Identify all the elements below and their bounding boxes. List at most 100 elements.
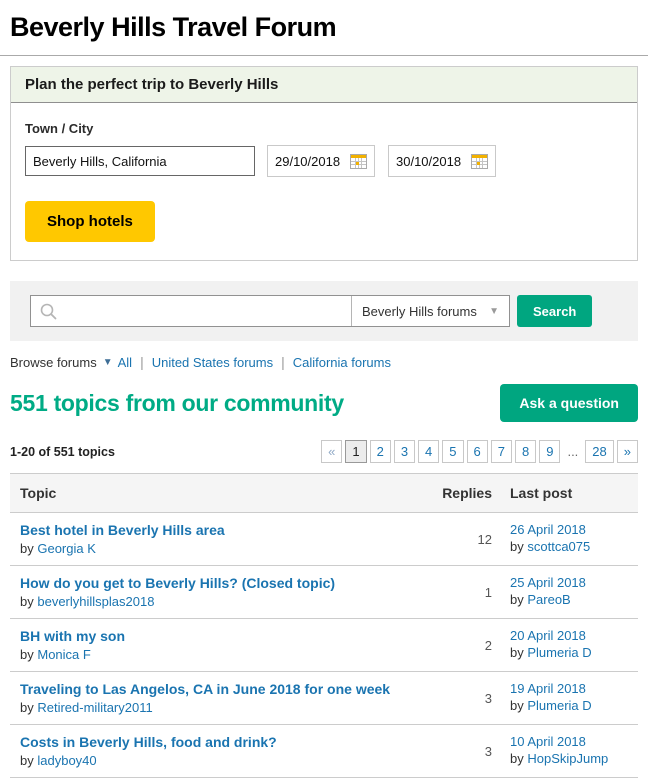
- last-post-author-link[interactable]: scottca075: [527, 539, 590, 554]
- topic-link[interactable]: Traveling to Las Angelos, CA in June 201…: [20, 681, 390, 697]
- shop-hotels-button[interactable]: Shop hotels: [25, 201, 155, 242]
- replies-count: 12: [477, 531, 492, 547]
- last-post-author-link[interactable]: Plumeria D: [527, 698, 591, 713]
- topic-author-link[interactable]: beverlyhillsplas2018: [37, 594, 154, 609]
- topic-author-link[interactable]: Retired-military2011: [37, 700, 152, 715]
- topics-toolbar: 1-20 of 551 topics « 1 2 3 4 5 6 7 8 9 .…: [10, 440, 638, 463]
- pagination-prev[interactable]: «: [321, 440, 343, 463]
- chevron-down-icon[interactable]: ▼: [103, 357, 113, 368]
- pagination-page-current: 1: [345, 440, 367, 463]
- topic-byline: by Monica F: [20, 647, 424, 662]
- column-header-topic: Topic: [20, 485, 57, 501]
- last-post-cell: 20 April 2018 by Plumeria D: [510, 628, 628, 662]
- topic-cell: Best hotel in Beverly Hills area by Geor…: [20, 522, 434, 556]
- last-post-byline: by Plumeria D: [510, 645, 628, 660]
- topic-byline: by Retired-military2011: [20, 700, 424, 715]
- pagination-page[interactable]: 4: [418, 440, 440, 463]
- pagination-page[interactable]: 8: [514, 440, 537, 463]
- pagination-page[interactable]: 5: [442, 440, 464, 463]
- topic-author-link[interactable]: ladyboy40: [37, 753, 96, 768]
- pagination-page-last[interactable]: 28: [585, 440, 614, 463]
- topic-author-link[interactable]: Georgia K: [37, 541, 96, 556]
- last-post-byline: by HopSkipJump: [510, 751, 628, 766]
- topic-cell: BH with my son by Monica F: [20, 628, 434, 662]
- topic-cell: Costs in Beverly Hills, food and drink? …: [20, 734, 434, 768]
- column-header-last-post: Last post: [510, 485, 573, 501]
- chevron-down-icon: ▼: [489, 305, 499, 317]
- by-label: by: [510, 645, 524, 660]
- topics-table-header: Topic Replies Last post: [10, 474, 638, 513]
- by-label: by: [20, 700, 34, 715]
- browse-link-california[interactable]: California forums: [293, 355, 391, 370]
- topic-link[interactable]: Best hotel in Beverly Hills area: [20, 522, 225, 538]
- search-combo: Beverly Hills forums ▼: [30, 295, 510, 327]
- topic-link[interactable]: BH with my son: [20, 628, 125, 644]
- forum-page: Beverly Hills Travel Forum Plan the perf…: [0, 0, 648, 778]
- table-row: BH with my son by Monica F 2 20 April 20…: [10, 619, 638, 672]
- separator: |: [140, 354, 144, 370]
- by-label: by: [510, 751, 524, 766]
- search-input[interactable]: [31, 296, 351, 326]
- last-post-date-link[interactable]: 25 April 2018: [510, 575, 586, 590]
- topic-cell: How do you get to Beverly Hills? (Closed…: [20, 575, 434, 609]
- town-city-input[interactable]: [25, 146, 255, 176]
- trip-planner-heading: Plan the perfect trip to Beverly Hills: [11, 67, 637, 103]
- search-button[interactable]: Search: [517, 295, 593, 327]
- search-icon: [39, 302, 58, 321]
- checkout-date-field[interactable]: [388, 145, 496, 177]
- topic-byline: by Georgia K: [20, 541, 424, 556]
- last-post-byline: by scottca075: [510, 539, 628, 554]
- trip-planner-box: Plan the perfect trip to Beverly Hills T…: [10, 66, 638, 261]
- last-post-date-link[interactable]: 20 April 2018: [510, 628, 586, 643]
- checkout-date-input[interactable]: [396, 153, 462, 169]
- browse-link-all[interactable]: All: [118, 355, 132, 370]
- last-post-cell: 25 April 2018 by PareoB: [510, 575, 628, 609]
- topic-byline: by beverlyhillsplas2018: [20, 594, 424, 609]
- topic-link[interactable]: Costs in Beverly Hills, food and drink?: [20, 734, 277, 750]
- topics-body: Best hotel in Beverly Hills area by Geor…: [10, 513, 638, 778]
- search-scope-value: Beverly Hills forums: [362, 303, 477, 319]
- pagination-page[interactable]: 2: [369, 440, 391, 463]
- calendar-icon[interactable]: [471, 153, 488, 169]
- replies-count: 1: [484, 584, 492, 600]
- by-label: by: [20, 647, 34, 662]
- browse-forums-label: Browse forums: [10, 354, 97, 370]
- last-post-byline: by PareoB: [510, 592, 628, 607]
- last-post-date-link[interactable]: 19 April 2018: [510, 681, 586, 696]
- table-row: Best hotel in Beverly Hills area by Geor…: [10, 513, 638, 566]
- last-post-date-link[interactable]: 10 April 2018: [510, 734, 586, 749]
- by-label: by: [510, 539, 524, 554]
- pagination-page[interactable]: 9: [539, 440, 561, 463]
- last-post-author-link[interactable]: Plumeria D: [527, 645, 591, 660]
- table-row: How do you get to Beverly Hills? (Closed…: [10, 566, 638, 619]
- separator: |: [281, 354, 285, 370]
- by-label: by: [20, 594, 34, 609]
- pagination-page[interactable]: 6: [466, 440, 488, 463]
- topics-table: Topic Replies Last post Best hotel in Be…: [10, 473, 638, 778]
- search-input-wrap: [31, 296, 351, 326]
- topic-cell: Traveling to Las Angelos, CA in June 201…: [20, 681, 434, 715]
- pagination-page[interactable]: 7: [490, 440, 512, 463]
- checkin-date-input[interactable]: [275, 153, 341, 169]
- ask-a-question-button[interactable]: Ask a question: [500, 384, 638, 422]
- last-post-date-link[interactable]: 26 April 2018: [510, 522, 586, 537]
- by-label: by: [510, 698, 524, 713]
- topic-author-link[interactable]: Monica F: [37, 647, 90, 662]
- calendar-icon[interactable]: [350, 153, 367, 169]
- table-row: Costs in Beverly Hills, food and drink? …: [10, 725, 638, 778]
- browse-link-united-states[interactable]: United States forums: [152, 355, 273, 370]
- divider: [0, 55, 648, 56]
- pagination-page[interactable]: 3: [393, 440, 416, 463]
- last-post-byline: by Plumeria D: [510, 698, 628, 713]
- last-post-author-link[interactable]: HopSkipJump: [527, 751, 608, 766]
- pagination-next[interactable]: »: [616, 440, 638, 463]
- forum-search-bar: Beverly Hills forums ▼ Search: [10, 281, 638, 341]
- last-post-cell: 10 April 2018 by HopSkipJump: [510, 734, 628, 768]
- last-post-author-link[interactable]: PareoB: [527, 592, 570, 607]
- pagination-ellipsis: ...: [567, 444, 579, 459]
- replies-count: 3: [484, 690, 492, 706]
- search-scope-dropdown[interactable]: Beverly Hills forums ▼: [351, 296, 509, 326]
- topic-link[interactable]: How do you get to Beverly Hills? (Closed…: [20, 575, 335, 591]
- last-post-cell: 19 April 2018 by Plumeria D: [510, 681, 628, 715]
- checkin-date-field[interactable]: [267, 145, 375, 177]
